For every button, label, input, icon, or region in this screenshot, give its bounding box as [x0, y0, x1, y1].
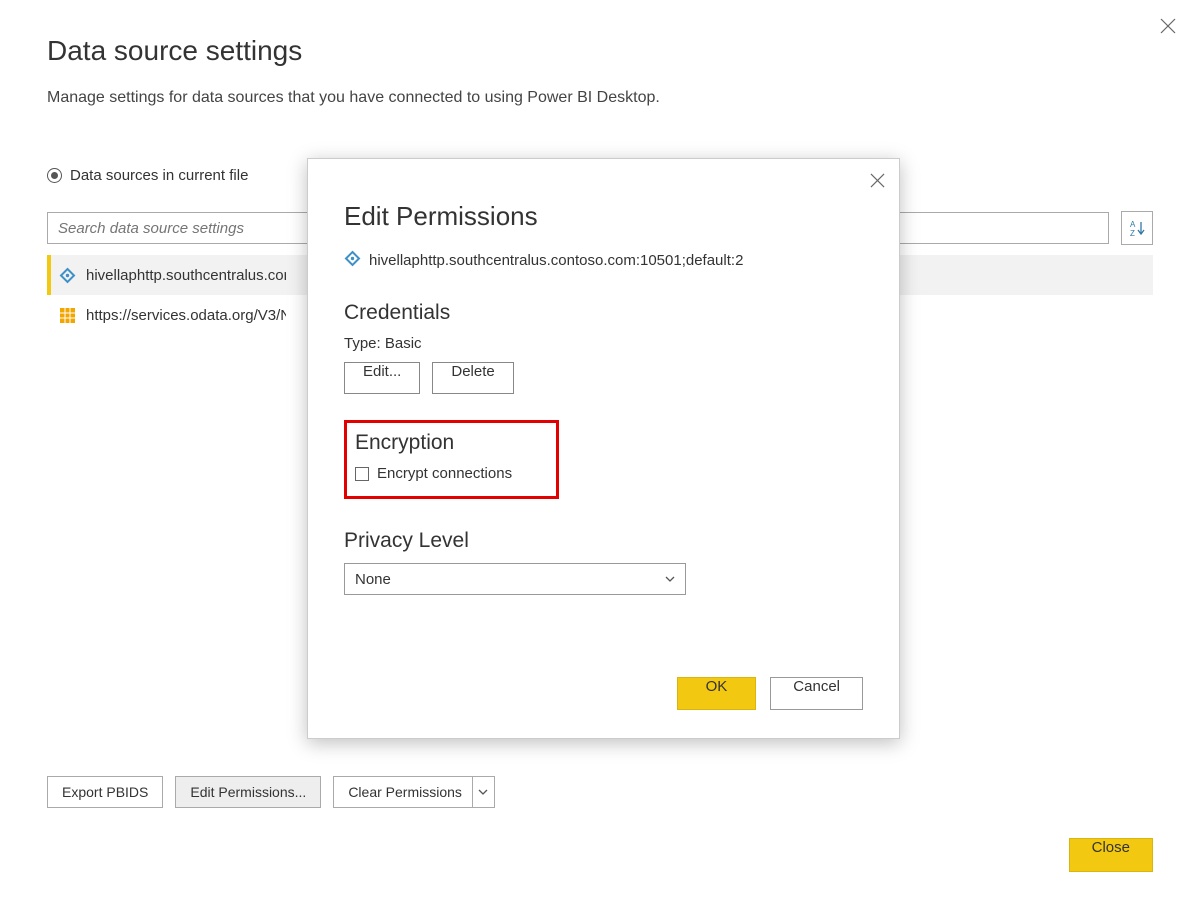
page-subtitle: Manage settings for data sources that yo…: [47, 89, 1153, 107]
delete-credentials-button[interactable]: Delete: [432, 362, 513, 394]
credentials-type: Type: Basic: [344, 335, 863, 352]
dialog-close-button[interactable]: [870, 173, 885, 193]
chevron-down-icon: [472, 777, 494, 807]
bottom-button-row: Export PBIDS Edit Permissions... Clear P…: [47, 776, 495, 808]
cancel-button[interactable]: Cancel: [770, 677, 863, 710]
export-pbids-button[interactable]: Export PBIDS: [47, 776, 163, 808]
close-icon: [870, 173, 885, 188]
page-title: Data source settings: [47, 35, 1153, 67]
encrypt-connections-checkbox[interactable]: Encrypt connections: [355, 465, 548, 482]
radio-icon: [47, 168, 62, 183]
checkbox-icon: [355, 467, 369, 481]
table-icon: [59, 307, 76, 324]
list-item-label: hivellaphttp.southcentralus.contoso.com:…: [86, 267, 286, 284]
data-source-settings-window: Data source settings Manage settings for…: [0, 0, 1200, 903]
clear-permissions-label: Clear Permissions: [348, 784, 462, 800]
svg-text:A: A: [1130, 220, 1136, 229]
credentials-heading: Credentials: [344, 301, 863, 325]
close-icon: [1160, 18, 1176, 34]
radio-label: Data sources in current file: [70, 167, 248, 184]
edit-credentials-button[interactable]: Edit...: [344, 362, 420, 394]
privacy-level-select[interactable]: None: [344, 563, 686, 595]
sort-az-icon: A Z: [1128, 219, 1146, 237]
privacy-value: None: [355, 571, 391, 588]
clear-permissions-button[interactable]: Clear Permissions: [333, 776, 495, 808]
dialog-source-row: hivellaphttp.southcentralus.contoso.com:…: [344, 250, 863, 271]
edit-permissions-button[interactable]: Edit Permissions...: [175, 776, 321, 808]
encryption-highlight-box: Encryption Encrypt connections: [344, 420, 559, 499]
edit-permissions-dialog: Edit Permissions hivellaphttp.southcentr…: [307, 158, 900, 739]
encryption-heading: Encryption: [355, 431, 548, 455]
diamond-icon: [59, 267, 76, 284]
ok-button[interactable]: OK: [677, 677, 757, 710]
list-item-label: https://services.odata.org/V3/Northwind/…: [86, 307, 286, 324]
diamond-icon: [344, 250, 361, 271]
privacy-heading: Privacy Level: [344, 529, 863, 553]
dialog-title: Edit Permissions: [344, 201, 863, 232]
dialog-source-label: hivellaphttp.southcentralus.contoso.com:…: [369, 252, 743, 269]
chevron-down-icon: [665, 571, 675, 588]
close-button[interactable]: Close: [1069, 838, 1153, 872]
svg-text:Z: Z: [1130, 229, 1135, 237]
window-close-button[interactable]: [1160, 18, 1176, 39]
encrypt-label: Encrypt connections: [377, 465, 512, 482]
sort-button[interactable]: A Z: [1121, 211, 1153, 245]
